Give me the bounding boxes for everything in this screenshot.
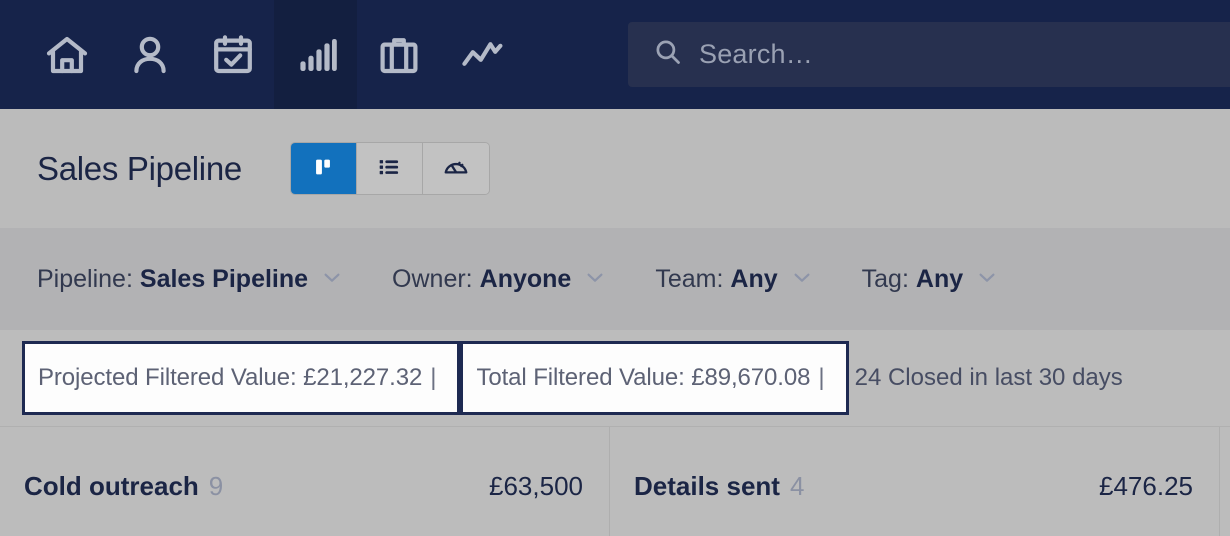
view-toggle-group [289,142,490,195]
chevron-down-icon[interactable] [584,266,606,293]
chevron-down-icon[interactable] [321,266,343,293]
column-header: Details sent 4 £476.25 [634,471,1193,502]
summary-bar: Projected Filtered Value: £21,227.32 | T… [0,330,1230,426]
column-count: 4 [789,471,805,501]
bar-chart-icon [292,31,340,79]
kanban-icon [310,154,336,183]
filter-tag-label: Tag: [861,264,909,293]
nav-item-home[interactable] [25,0,108,109]
summary-separator: | [430,364,437,391]
trend-line-icon [458,31,506,79]
nav-item-calendar[interactable] [191,0,274,109]
projected-filtered-value-text: Projected Filtered Value: £21,227.32 [38,364,423,391]
calendar-icon [209,31,257,79]
closed-count-text: 24 Closed in last 30 days [854,364,1123,391]
page-header: Sales Pipeline [0,109,1230,228]
view-button-list[interactable] [356,143,423,194]
gauge-icon [442,153,470,184]
column-count: 9 [208,471,224,501]
column-header: Cold outreach 9 £63,500 [24,471,583,502]
search-input[interactable] [699,39,1230,70]
chevron-down-icon[interactable] [976,266,998,293]
search-box[interactable] [628,22,1230,87]
pipeline-column-details-sent[interactable]: Details sent 4 £476.25 [610,427,1220,536]
filter-bar: Pipeline: Sales Pipeline Owner: Anyone T… [0,228,1230,330]
top-navigation-bar [0,0,1230,109]
pipeline-column-cold-outreach[interactable]: Cold outreach 9 £63,500 [0,427,610,536]
projected-filtered-value-box[interactable]: Projected Filtered Value: £21,227.32 | [22,341,461,415]
filter-owner-value: Anyone [479,264,572,293]
view-button-kanban[interactable] [290,143,357,194]
filter-tag[interactable]: Tag: Any [862,265,999,294]
total-filtered-value-box[interactable]: Total Filtered Value: £89,670.08 | [460,341,849,415]
app-root: Sales Pipeline [0,0,1230,536]
person-icon [126,31,174,79]
summary-separator: | [818,364,825,391]
search-icon [653,37,683,72]
nav-item-contacts[interactable] [108,0,191,109]
total-filtered-value-text: Total Filtered Value: £89,670.08 [476,364,811,391]
nav-items [0,0,523,109]
nav-item-reports[interactable] [440,0,523,109]
filter-owner[interactable]: Owner: Anyone [392,265,606,294]
filter-pipeline[interactable]: Pipeline: Sales Pipeline [37,265,343,294]
chevron-down-icon[interactable] [791,266,813,293]
filter-owner-label: Owner: [392,264,473,293]
filter-team-label: Team: [655,264,724,293]
nav-item-pipeline[interactable] [274,0,357,109]
column-title: Cold outreach [24,471,199,501]
filter-tag-value: Any [915,264,964,293]
column-value: £476.25 [1099,471,1193,501]
view-button-dashboard[interactable] [422,143,489,194]
list-icon [376,154,402,183]
page-title: Sales Pipeline [37,149,242,187]
filter-pipeline-label: Pipeline: [37,264,133,293]
pipeline-columns: Cold outreach 9 £63,500 Details sent 4 £… [0,426,1230,536]
home-icon [43,31,91,79]
filter-team-value: Any [730,264,778,293]
nav-item-projects[interactable] [357,0,440,109]
briefcase-icon [375,31,423,79]
filter-pipeline-value: Sales Pipeline [139,264,309,293]
filter-team[interactable]: Team: Any [655,265,812,294]
column-title: Details sent [634,471,780,501]
column-value: £63,500 [489,471,583,501]
